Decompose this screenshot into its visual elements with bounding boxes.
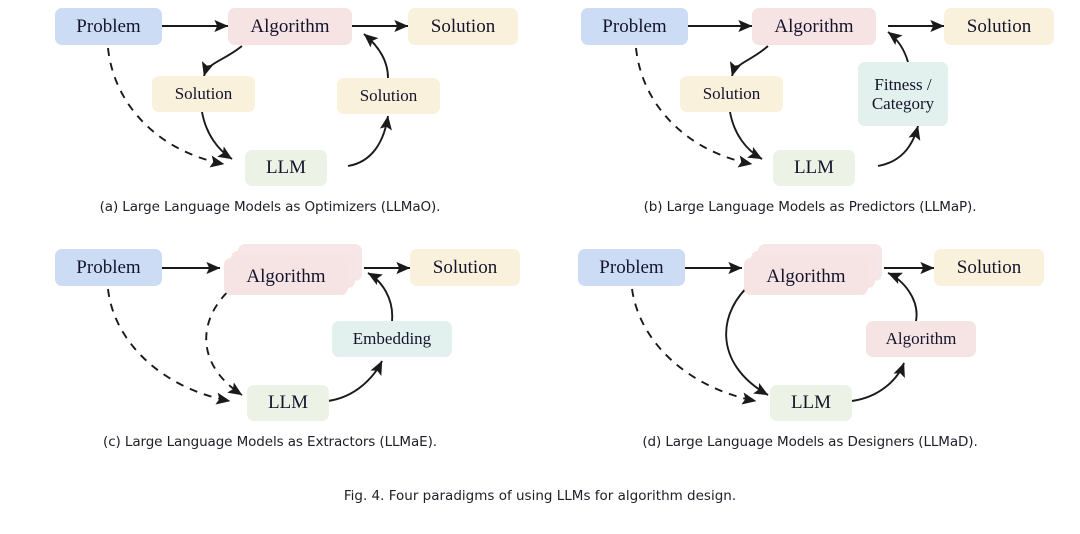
arrow-llm-to-feedback xyxy=(877,125,921,167)
node-algorithm: Algorithm xyxy=(752,8,876,45)
panel-c: Algorithm Problem Solution Embedding LLM xyxy=(0,235,540,430)
node-llm: LLM xyxy=(245,150,327,186)
node-algorithm-feedback: Algorithm xyxy=(866,321,976,357)
arrow-llm-to-solution-right-mid xyxy=(347,115,392,167)
node-solution-output: Solution xyxy=(410,249,520,286)
panel-a-caption: (a) Large Language Models as Optimizers … xyxy=(99,199,441,215)
node-llm: LLM xyxy=(770,385,852,421)
node-solution-output: Solution xyxy=(944,8,1054,45)
node-algorithm: Algorithm xyxy=(744,258,868,295)
node-algorithm: Algorithm xyxy=(224,258,348,295)
arrow-problem-to-llm-dashed xyxy=(107,288,231,405)
node-problem: Problem xyxy=(581,8,688,45)
figure-caption: Fig. 4. Four paradigms of using LLMs for… xyxy=(343,488,737,504)
node-solution-output: Solution xyxy=(408,8,518,45)
arrow-algorithm-to-llm xyxy=(725,282,769,396)
panel-d: Algorithm Problem Solution Algorithm LLM xyxy=(540,235,1080,430)
figure-four-paradigms: Problem Algorithm Solution Solution Solu… xyxy=(0,0,1080,534)
arrow-embedding-to-algorithm xyxy=(367,272,394,322)
node-problem: Problem xyxy=(55,8,162,45)
node-problem: Problem xyxy=(55,249,162,286)
node-problem: Problem xyxy=(578,249,685,286)
panel-d-caption: (d) Large Language Models as Designers (… xyxy=(642,434,978,450)
arrow-llm-to-algorithm-small xyxy=(851,362,905,402)
panel-b: Problem Algorithm Solution Solution Fitn… xyxy=(540,0,1080,195)
node-solution-output: Solution xyxy=(934,249,1044,286)
arrow-algorithm-small-to-algorithm xyxy=(887,272,918,322)
node-fitness-category: Fitness / Category xyxy=(858,62,948,126)
node-llm: LLM xyxy=(247,385,329,421)
arrow-algorithm-to-solution-mid xyxy=(729,45,769,77)
panel-c-caption: (c) Large Language Models as Extractors … xyxy=(103,434,437,450)
node-solution-from-algorithm: Solution xyxy=(152,76,255,112)
node-solution-from-algorithm: Solution xyxy=(680,76,783,112)
arrow-llm-to-embedding xyxy=(327,360,383,402)
arrow-algorithm-to-llm-dashed xyxy=(205,282,243,396)
node-algorithm: Algorithm xyxy=(228,8,352,45)
arrow-solution-mid-to-llm xyxy=(729,111,763,160)
arrow-feedback-to-algorithm xyxy=(887,31,909,63)
arrow-solution-right-mid-to-algorithm xyxy=(363,33,389,79)
arrow-solution-mid-to-llm xyxy=(201,111,233,160)
node-solution-from-llm: Solution xyxy=(337,78,440,114)
arrow-algorithm-to-solution-mid xyxy=(201,45,243,77)
node-embedding: Embedding xyxy=(332,321,452,357)
arrow-problem-to-llm-dashed xyxy=(631,288,757,405)
node-llm: LLM xyxy=(773,150,855,186)
panel-b-caption: (b) Large Language Models as Predictors … xyxy=(643,199,977,215)
panel-a: Problem Algorithm Solution Solution Solu… xyxy=(0,0,540,195)
